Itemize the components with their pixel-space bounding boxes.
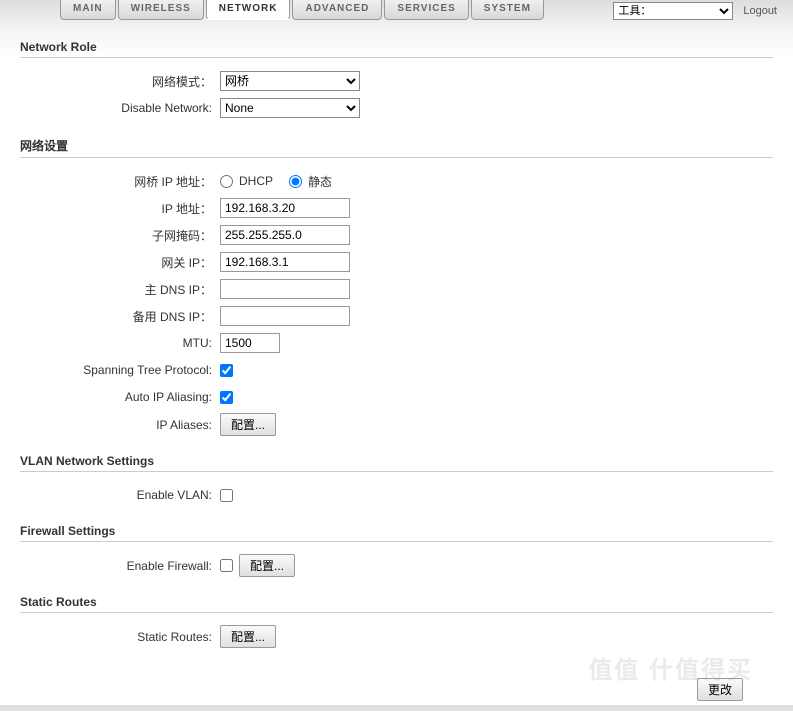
tab-services[interactable]: SERVICES — [384, 0, 468, 20]
ip-aliases-configure-button[interactable]: 配置... — [220, 413, 276, 436]
tools-select[interactable]: 工具： — [613, 2, 733, 20]
static-routes-section: Static Routes Static Routes: 配置... — [20, 595, 773, 648]
content-area: Network Role 网络模式： 网桥 Disable Network: N… — [0, 22, 793, 711]
footer-actions: 更改 — [20, 678, 773, 701]
label-static-routes: Static Routes: — [20, 630, 220, 644]
label-stp: Spanning Tree Protocol: — [20, 363, 220, 377]
gateway-input[interactable] — [220, 252, 350, 272]
firewall-section: Firewall Settings Enable Firewall: 配置... — [20, 524, 773, 577]
label-auto-ip: Auto IP Aliasing: — [20, 390, 220, 404]
enable-firewall-checkbox[interactable] — [220, 559, 233, 572]
mtu-input[interactable] — [220, 333, 280, 353]
label-secondary-dns: 备用 DNS IP： — [20, 308, 220, 325]
network-role-section: Network Role 网络模式： 网桥 Disable Network: N… — [20, 40, 773, 119]
section-title-vlan: VLAN Network Settings — [20, 454, 773, 472]
section-title-firewall: Firewall Settings — [20, 524, 773, 542]
tab-network[interactable]: NETWORK — [206, 0, 291, 20]
enable-vlan-checkbox[interactable] — [220, 489, 233, 502]
auto-ip-checkbox[interactable] — [220, 391, 233, 404]
tab-wireless[interactable]: WIRELESS — [118, 0, 204, 20]
section-title-network-settings: 网络设置 — [20, 137, 773, 158]
secondary-dns-input[interactable] — [220, 306, 350, 326]
label-mtu: MTU: — [20, 336, 220, 350]
logout-link[interactable]: Logout — [737, 3, 783, 19]
label-ip-addr: IP 地址： — [20, 200, 220, 217]
label-bridge-ip: 网桥 IP 地址： — [20, 173, 220, 190]
static-routes-configure-button[interactable]: 配置... — [220, 625, 276, 648]
firewall-configure-button[interactable]: 配置... — [239, 554, 295, 577]
top-bar: MAIN WIRELESS NETWORK ADVANCED SERVICES … — [0, 0, 793, 22]
radio-static[interactable] — [289, 175, 302, 188]
tab-advanced[interactable]: ADVANCED — [292, 0, 382, 20]
nav-tabs: MAIN WIRELESS NETWORK ADVANCED SERVICES … — [60, 0, 544, 20]
section-title-network-role: Network Role — [20, 40, 773, 58]
label-netmask: 子网掩码： — [20, 227, 220, 244]
tab-system[interactable]: SYSTEM — [471, 0, 544, 20]
network-settings-section: 网络设置 网桥 IP 地址： DHCP 静态 IP 地址： 子网掩码： 网关 I… — [20, 137, 773, 436]
label-disable-network: Disable Network: — [20, 101, 220, 115]
stp-checkbox[interactable] — [220, 364, 233, 377]
disable-network-select[interactable]: None — [220, 98, 360, 118]
tab-main[interactable]: MAIN — [60, 0, 116, 20]
label-enable-firewall: Enable Firewall: — [20, 559, 220, 573]
netmask-input[interactable] — [220, 225, 350, 245]
ip-addr-input[interactable] — [220, 198, 350, 218]
radio-dhcp-label: DHCP — [239, 174, 273, 188]
label-primary-dns: 主 DNS IP： — [20, 281, 220, 298]
vlan-section: VLAN Network Settings Enable VLAN: — [20, 454, 773, 506]
radio-dhcp[interactable] — [220, 175, 233, 188]
label-gateway: 网关 IP： — [20, 254, 220, 271]
label-ip-aliases: IP Aliases: — [20, 418, 220, 432]
section-title-static-routes: Static Routes — [20, 595, 773, 613]
label-enable-vlan: Enable VLAN: — [20, 488, 220, 502]
radio-static-label: 静态 — [308, 173, 332, 190]
network-mode-select[interactable]: 网桥 — [220, 71, 360, 91]
apply-button[interactable]: 更改 — [697, 678, 743, 701]
top-right-controls: 工具： Logout — [613, 0, 783, 20]
label-network-mode: 网络模式： — [20, 73, 220, 90]
primary-dns-input[interactable] — [220, 279, 350, 299]
